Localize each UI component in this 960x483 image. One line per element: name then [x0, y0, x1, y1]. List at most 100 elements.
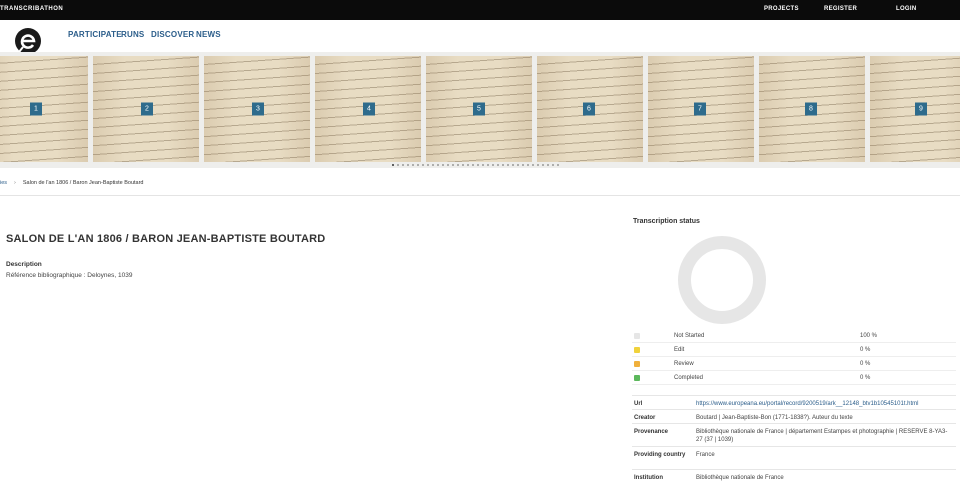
donut-segment	[678, 236, 766, 324]
status-legend: Not Started 100 % Edit 0 % Review 0 % Co…	[632, 332, 956, 388]
carousel-dot[interactable]	[512, 164, 514, 166]
carousel-dot[interactable]	[447, 164, 449, 166]
metadata-row-creator: Creator Boutard | Jean-Baptiste-Bon (177…	[632, 409, 956, 423]
carousel-dot[interactable]	[442, 164, 444, 166]
carousel-dot[interactable]	[487, 164, 489, 166]
metadata-value: Bibliothèque nationale de France | dépar…	[696, 429, 948, 443]
nav-participate[interactable]: PARTICIPATE	[68, 30, 122, 39]
carousel-dot[interactable]	[477, 164, 479, 166]
status-donut-chart	[678, 236, 766, 324]
carousel-dot[interactable]	[547, 164, 549, 166]
legend-divider	[632, 342, 956, 343]
legend-label: Completed	[674, 375, 704, 381]
legend-swatch	[634, 333, 640, 339]
nav-news[interactable]: NEWS	[196, 30, 221, 39]
metadata-key: Creator	[634, 415, 656, 421]
carousel-dot[interactable]	[482, 164, 484, 166]
carousel-dot[interactable]	[542, 164, 544, 166]
slide-number: 5	[473, 102, 485, 116]
breadcrumb-prev-link[interactable]: ies	[0, 180, 7, 186]
carousel-dots	[392, 164, 562, 168]
carousel-slide[interactable]: 9	[870, 56, 960, 162]
carousel-dot[interactable]	[492, 164, 494, 166]
carousel-slide[interactable]: 2	[93, 56, 199, 162]
carousel-dot[interactable]	[522, 164, 524, 166]
slide-number: 3	[252, 102, 264, 116]
top-bar: TRANSCRIBATHON PROJECTS REGISTER LOGIN	[0, 0, 960, 20]
nav-runs[interactable]: RUNS	[121, 30, 144, 39]
carousel-slide[interactable]: 8	[759, 56, 865, 162]
nav-projects[interactable]: PROJECTS	[764, 6, 799, 12]
legend-label: Review	[674, 361, 694, 367]
metadata-row-institution: Institution Bibliothèque nationale de Fr…	[632, 469, 956, 483]
metadata-key: Providing country	[634, 452, 686, 458]
legend-swatch	[634, 361, 640, 367]
carousel-dot[interactable]	[407, 164, 409, 166]
transcription-status-title: Transcription status	[633, 218, 700, 225]
breadcrumb-separator: ›	[14, 180, 16, 186]
carousel-dot[interactable]	[527, 164, 529, 166]
carousel-dot[interactable]	[392, 164, 394, 166]
carousel-dot[interactable]	[517, 164, 519, 166]
carousel-dot[interactable]	[417, 164, 419, 166]
carousel-dot[interactable]	[402, 164, 404, 166]
carousel-slide[interactable]: 3	[204, 56, 310, 162]
document-carousel: 1 2 3 4 5 6 7 8 9	[0, 52, 960, 168]
carousel-dot[interactable]	[457, 164, 459, 166]
legend-percent: 0 %	[860, 361, 871, 367]
legend-label: Not Started	[674, 333, 705, 339]
legend-swatch	[634, 375, 640, 381]
carousel-dot[interactable]	[422, 164, 424, 166]
slide-number: 1	[30, 102, 42, 116]
carousel-dot[interactable]	[532, 164, 534, 166]
description-label: Description	[6, 261, 42, 268]
nav-register[interactable]: REGISTER	[824, 6, 857, 12]
metadata-value: France	[696, 452, 715, 458]
legend-row-completed: Completed 0 %	[632, 374, 956, 388]
breadcrumb-current: Salon de l'an 1806 / Baron Jean-Baptiste…	[22, 180, 144, 186]
carousel-dot[interactable]	[557, 164, 559, 166]
carousel-dot[interactable]	[452, 164, 454, 166]
slide-number: 2	[141, 102, 153, 116]
carousel-dot[interactable]	[472, 164, 474, 166]
metadata-url-link[interactable]: https://www.europeana.eu/portal/record/9…	[696, 400, 952, 408]
carousel-dot[interactable]	[437, 164, 439, 166]
metadata-row-providing-country: Providing country France	[632, 446, 956, 469]
metadata-key: Institution	[634, 475, 663, 481]
carousel-dot[interactable]	[502, 164, 504, 166]
carousel-slide[interactable]: 4	[315, 56, 421, 162]
slide-number: 7	[694, 102, 706, 116]
carousel-dot[interactable]	[552, 164, 554, 166]
carousel-dot[interactable]	[537, 164, 539, 166]
carousel-dot[interactable]	[412, 164, 414, 166]
legend-label: Edit	[674, 347, 685, 353]
metadata-key: Url	[634, 401, 643, 407]
slide-number: 4	[363, 102, 375, 116]
divider	[0, 195, 960, 196]
legend-divider	[632, 384, 956, 385]
nav-discover[interactable]: DISCOVER	[151, 30, 194, 39]
legend-percent: 0 %	[860, 375, 871, 381]
metadata-value: Bibliothèque nationale de France	[696, 475, 784, 481]
carousel-slide[interactable]: 7	[648, 56, 754, 162]
slide-number: 9	[915, 102, 927, 116]
legend-swatch	[634, 347, 640, 353]
legend-row-edit: Edit 0 %	[632, 346, 956, 360]
carousel-dot[interactable]	[497, 164, 499, 166]
carousel-dot[interactable]	[467, 164, 469, 166]
metadata-table: Url https://www.europeana.eu/portal/reco…	[632, 395, 956, 483]
carousel-slide[interactable]: 1	[0, 56, 88, 162]
brand-text[interactable]: TRANSCRIBATHON	[0, 6, 63, 12]
nav-login[interactable]: LOGIN	[896, 6, 917, 12]
description-text: Référence bibliographique : Deloynes, 10…	[6, 272, 133, 279]
carousel-dot[interactable]	[432, 164, 434, 166]
carousel-dot[interactable]	[397, 164, 399, 166]
carousel-dot[interactable]	[507, 164, 509, 166]
slide-number: 6	[583, 102, 595, 116]
carousel-slide[interactable]: 5	[426, 56, 532, 162]
carousel-dot[interactable]	[462, 164, 464, 166]
legend-row-not-started: Not Started 100 %	[632, 332, 956, 346]
carousel-slide[interactable]: 6	[537, 56, 643, 162]
metadata-key: Provenance	[634, 429, 669, 435]
carousel-dot[interactable]	[427, 164, 429, 166]
